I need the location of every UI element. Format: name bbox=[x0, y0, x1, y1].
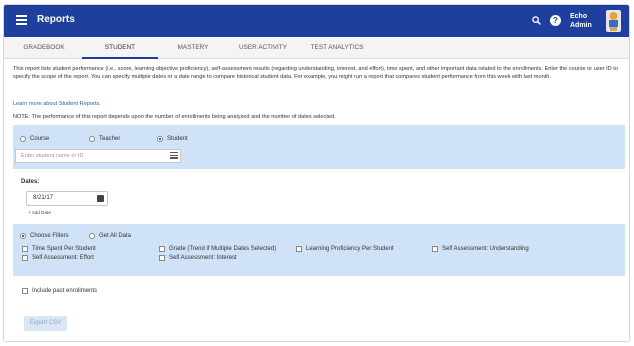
filter-time-spent-checkbox[interactable] bbox=[22, 246, 28, 252]
learn-more-link[interactable]: Learn more about Student Reports. bbox=[13, 101, 101, 107]
plus-icon: + bbox=[28, 210, 31, 215]
calendar-icon[interactable] bbox=[97, 195, 104, 202]
radio-student[interactable]: Student bbox=[157, 136, 188, 142]
app-window: Reports ? Echo Admin GRADEBOOK STUDENT M… bbox=[3, 4, 630, 342]
include-past-enrollments[interactable]: Include past enrollments bbox=[22, 288, 97, 294]
search-icon[interactable] bbox=[532, 16, 541, 25]
filter-self-assessment-understanding-label: Self Assessment: Understanding bbox=[442, 246, 529, 252]
radio-course[interactable]: Course bbox=[20, 136, 49, 142]
filter-self-assessment-interest-checkbox[interactable] bbox=[159, 255, 165, 261]
radio-get-all-data-dot[interactable] bbox=[89, 233, 95, 239]
filter-self-assessment-effort[interactable]: Self Assessment: Effort bbox=[22, 255, 94, 261]
filter-self-assessment-effort-checkbox[interactable] bbox=[22, 255, 28, 261]
tab-mastery[interactable]: MASTERY bbox=[164, 37, 222, 59]
filter-time-spent[interactable]: Time Spent Per Student bbox=[22, 246, 96, 252]
user-name-line2: Admin bbox=[570, 22, 592, 29]
radio-get-all-data-label: Get All Data bbox=[99, 233, 132, 239]
filter-time-spent-label: Time Spent Per Student bbox=[32, 246, 96, 252]
radio-choose-filters-dot[interactable] bbox=[20, 233, 26, 239]
user-name[interactable]: Echo Admin bbox=[570, 12, 592, 30]
tab-gradebook[interactable]: GRADEBOOK bbox=[14, 37, 74, 59]
radio-teacher-label: Teacher bbox=[99, 136, 121, 142]
radio-student-dot[interactable] bbox=[157, 136, 163, 142]
filter-learning-proficiency-label: Learning Proficiency Per Student bbox=[306, 246, 394, 252]
page-title: Reports bbox=[37, 14, 75, 25]
radio-student-label: Student bbox=[167, 136, 188, 142]
list-icon[interactable] bbox=[170, 152, 178, 159]
avatar[interactable] bbox=[606, 10, 621, 32]
radio-course-dot[interactable] bbox=[20, 136, 26, 142]
hamburger-menu-icon[interactable] bbox=[16, 15, 27, 25]
date-field[interactable]: 8/21/17 bbox=[26, 191, 108, 206]
filter-self-assessment-understanding[interactable]: Self Assessment: Understanding bbox=[432, 246, 529, 252]
tab-student[interactable]: STUDENT bbox=[82, 37, 158, 59]
radio-get-all-data[interactable]: Get All Data bbox=[89, 233, 131, 239]
filter-self-assessment-interest[interactable]: Self Assessment: Interest bbox=[159, 255, 237, 261]
student-search-input[interactable]: Enter student name or ID bbox=[15, 149, 181, 163]
help-icon[interactable]: ? bbox=[550, 15, 561, 26]
radio-choose-filters-label: Choose Filters bbox=[30, 233, 69, 239]
filter-grade[interactable]: Grade (Trend if Multiple Dates Selected) bbox=[159, 246, 276, 252]
filter-self-assessment-effort-label: Self Assessment: Effort bbox=[32, 255, 94, 261]
dates-label: Dates: bbox=[21, 179, 40, 185]
tab-test-analytics[interactable]: TEST ANALYTICS bbox=[304, 37, 370, 59]
report-description: This report lists student performance (i… bbox=[13, 66, 618, 80]
radio-teacher[interactable]: Teacher bbox=[89, 136, 120, 142]
add-date-label: Add Date bbox=[31, 210, 51, 215]
include-past-enrollments-checkbox[interactable] bbox=[22, 288, 28, 294]
filter-grade-label: Grade (Trend if Multiple Dates Selected) bbox=[169, 246, 277, 252]
filter-self-assessment-understanding-checkbox[interactable] bbox=[432, 246, 438, 252]
export-csv-button[interactable]: Export CSV bbox=[24, 316, 67, 331]
tab-user-activity[interactable]: USER ACTIVITY bbox=[230, 37, 296, 59]
radio-course-label: Course bbox=[30, 136, 50, 142]
filter-grade-checkbox[interactable] bbox=[159, 246, 165, 252]
filter-learning-proficiency-checkbox[interactable] bbox=[296, 246, 302, 252]
add-date-button[interactable]: + Add Date bbox=[28, 210, 51, 215]
performance-note: NOTE: The performance of this report dep… bbox=[13, 114, 336, 120]
user-name-line1: Echo bbox=[570, 13, 588, 20]
radio-choose-filters[interactable]: Choose Filters bbox=[20, 233, 69, 239]
report-tabs: GRADEBOOK STUDENT MASTERY USER ACTIVITY … bbox=[4, 37, 629, 59]
filter-self-assessment-interest-label: Self Assessment: Interest bbox=[169, 255, 237, 261]
filter-learning-proficiency[interactable]: Learning Proficiency Per Student bbox=[296, 246, 394, 252]
include-past-enrollments-label: Include past enrollments bbox=[32, 288, 98, 294]
top-app-bar: Reports ? Echo Admin bbox=[4, 5, 629, 37]
radio-teacher-dot[interactable] bbox=[89, 136, 95, 142]
